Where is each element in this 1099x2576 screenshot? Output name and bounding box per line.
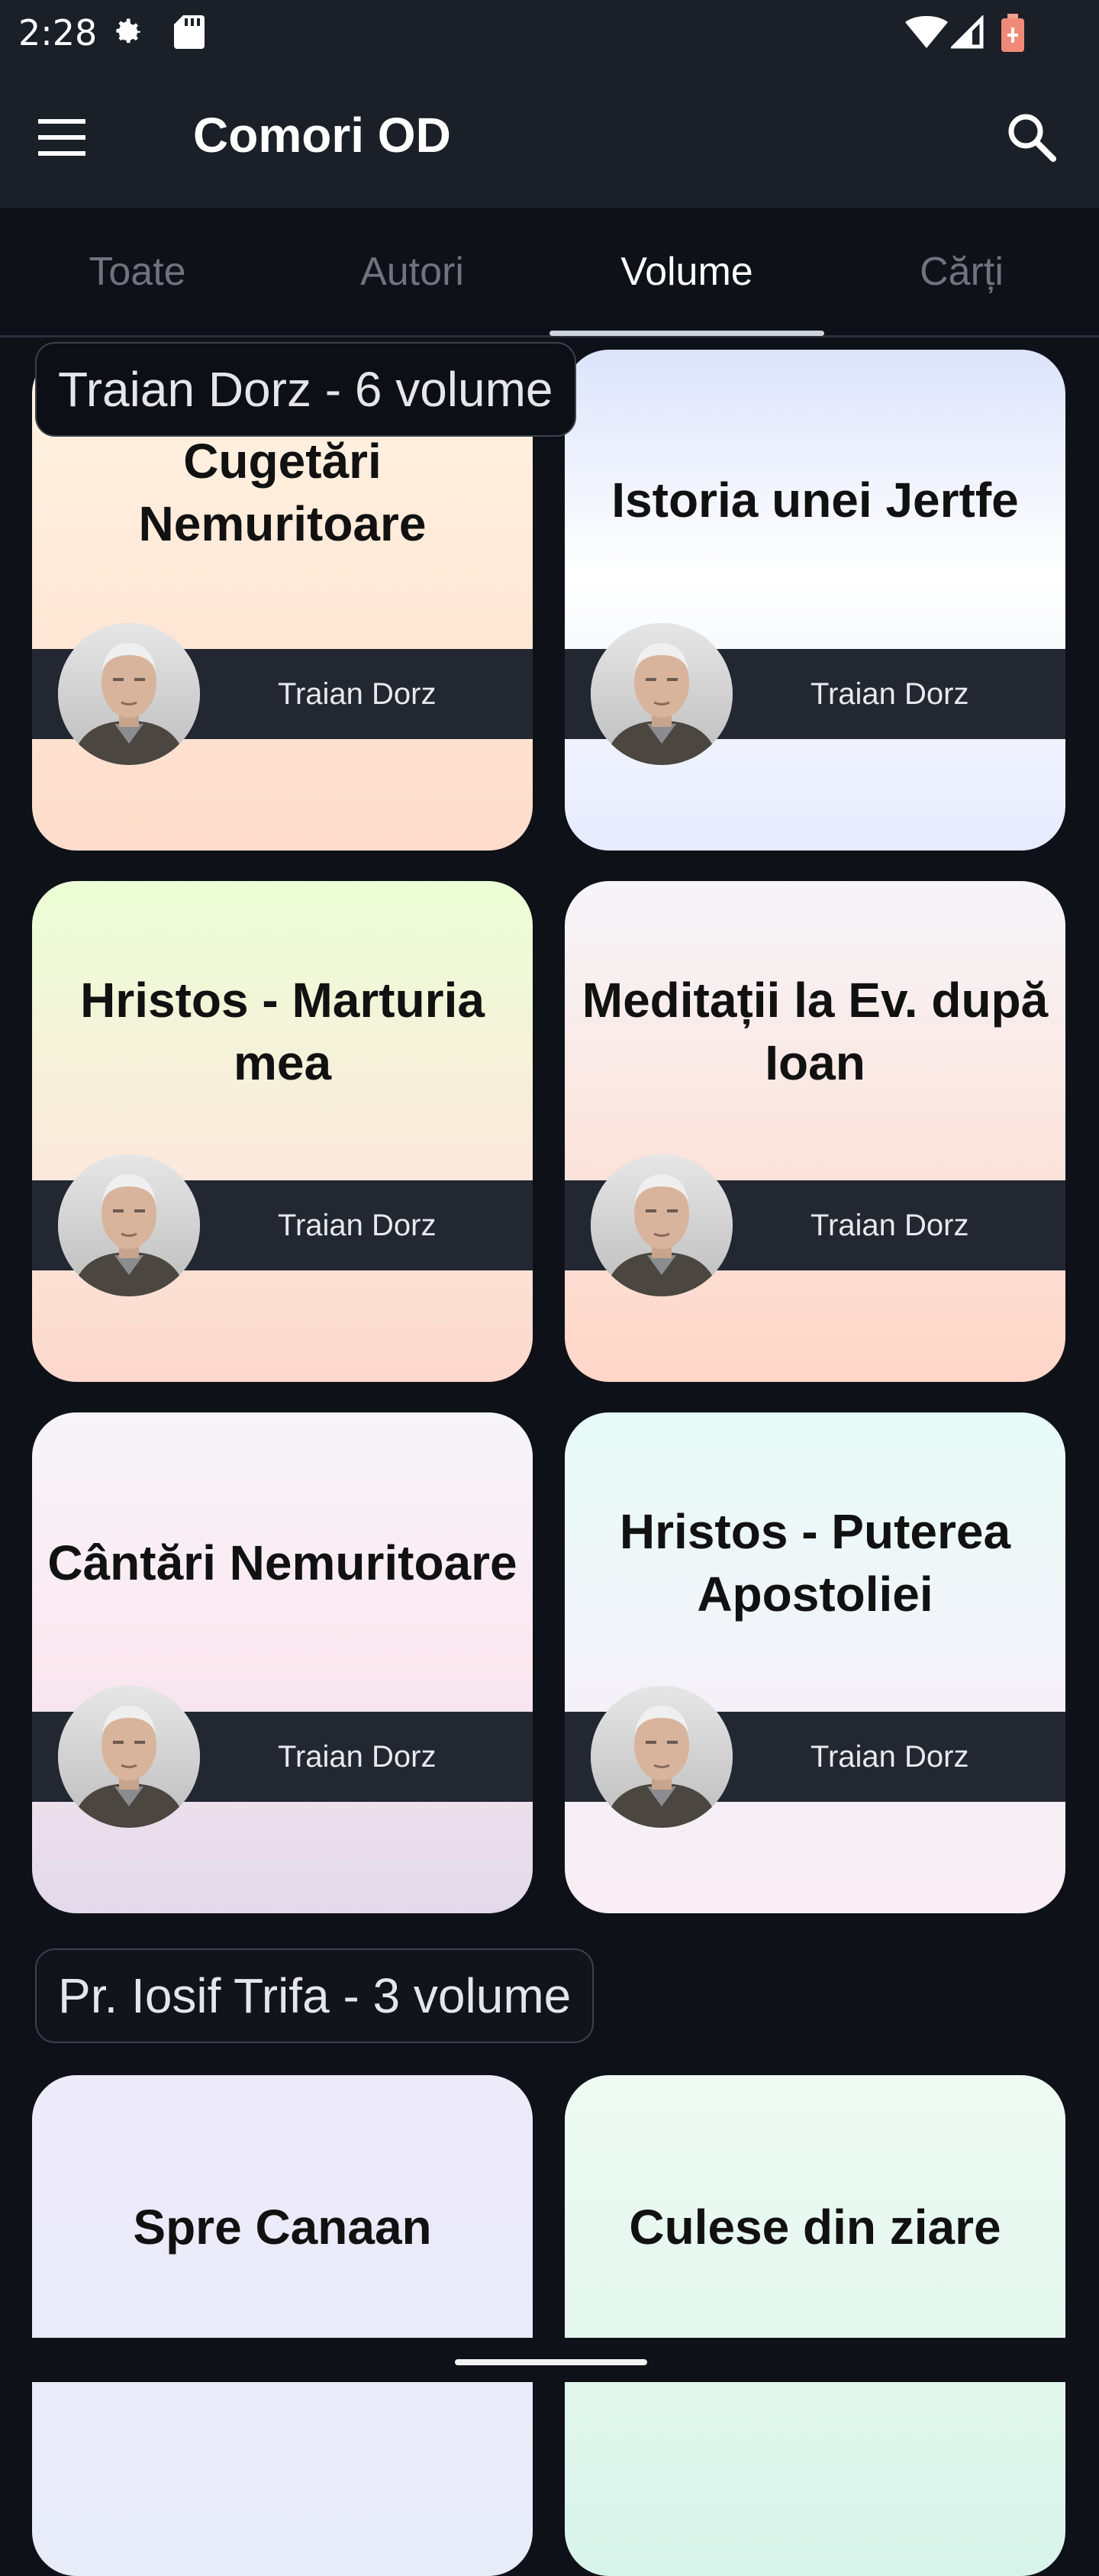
card-title: Hristos - Puterea Apostoliei: [619, 1504, 1011, 1622]
app-bar: Comori OD: [0, 67, 1099, 208]
volume-card[interactable]: Meditații la Ev. după Ioan Traian Dorz: [565, 881, 1065, 1382]
volume-card[interactable]: Cântări Nemuritoare Traian Dorz: [32, 1412, 533, 1913]
card-title: Meditații la Ev. după Ioan: [582, 973, 1049, 1090]
volume-card[interactable]: Spre Canaan: [32, 2075, 533, 2576]
author-name: Traian Dorz: [811, 677, 969, 711]
author-avatar: [591, 1686, 733, 1828]
section-header: Traian Dorz - 6 volume: [35, 342, 576, 437]
author-avatar: [58, 1686, 200, 1828]
gesture-handle[interactable]: [455, 2359, 647, 2365]
author-name: Traian Dorz: [811, 1740, 969, 1774]
wifi-icon: [905, 16, 948, 48]
section-header: Pr. Iosif Trifa - 3 volume: [35, 1948, 595, 2043]
card-title: Hristos - Marturia mea: [80, 973, 485, 1090]
tab-indicator: [550, 331, 824, 336]
battery-icon: [1001, 14, 1024, 52]
volume-card[interactable]: Culese din ziare: [565, 2075, 1065, 2576]
menu-icon[interactable]: [34, 113, 92, 162]
author-name: Traian Dorz: [278, 677, 437, 711]
author-avatar: [591, 1154, 733, 1296]
author-avatar: [591, 623, 733, 765]
volume-card[interactable]: Hristos - Puterea Apostoliei Traian Dorz: [565, 1412, 1065, 1913]
signal-icon: [951, 15, 984, 49]
card-title: Istoria unei Jertfe: [611, 473, 1019, 528]
author-name: Traian Dorz: [811, 1209, 969, 1242]
tab-carti[interactable]: Cărți: [824, 208, 1099, 335]
tab-volume[interactable]: Volume: [550, 208, 824, 335]
card-title: Cântări Nemuritoare: [47, 1535, 517, 1591]
tab-autori[interactable]: Autori: [275, 208, 550, 335]
tab-toate[interactable]: Toate: [0, 208, 275, 335]
author-avatar: [58, 1154, 200, 1296]
volume-card[interactable]: Hristos - Marturia mea Traian Dorz: [32, 881, 533, 1382]
status-bar: 2:28: [0, 0, 1099, 67]
card-title: Culese din ziare: [629, 2200, 1001, 2255]
card-title: Spre Canaan: [133, 2200, 432, 2255]
gear-icon: [116, 18, 141, 44]
sd-card-icon: [174, 15, 205, 49]
tab-bar: Toate Autori Volume Cărți: [0, 208, 1099, 337]
author-name: Traian Dorz: [278, 1740, 437, 1774]
app-title: Comori OD: [193, 108, 451, 163]
status-time: 2:28: [18, 12, 98, 53]
search-icon[interactable]: [1001, 107, 1062, 168]
author-avatar: [58, 623, 200, 765]
volume-card[interactable]: Istoria unei Jertfe Traian Dorz: [565, 350, 1065, 851]
author-name: Traian Dorz: [278, 1209, 437, 1242]
